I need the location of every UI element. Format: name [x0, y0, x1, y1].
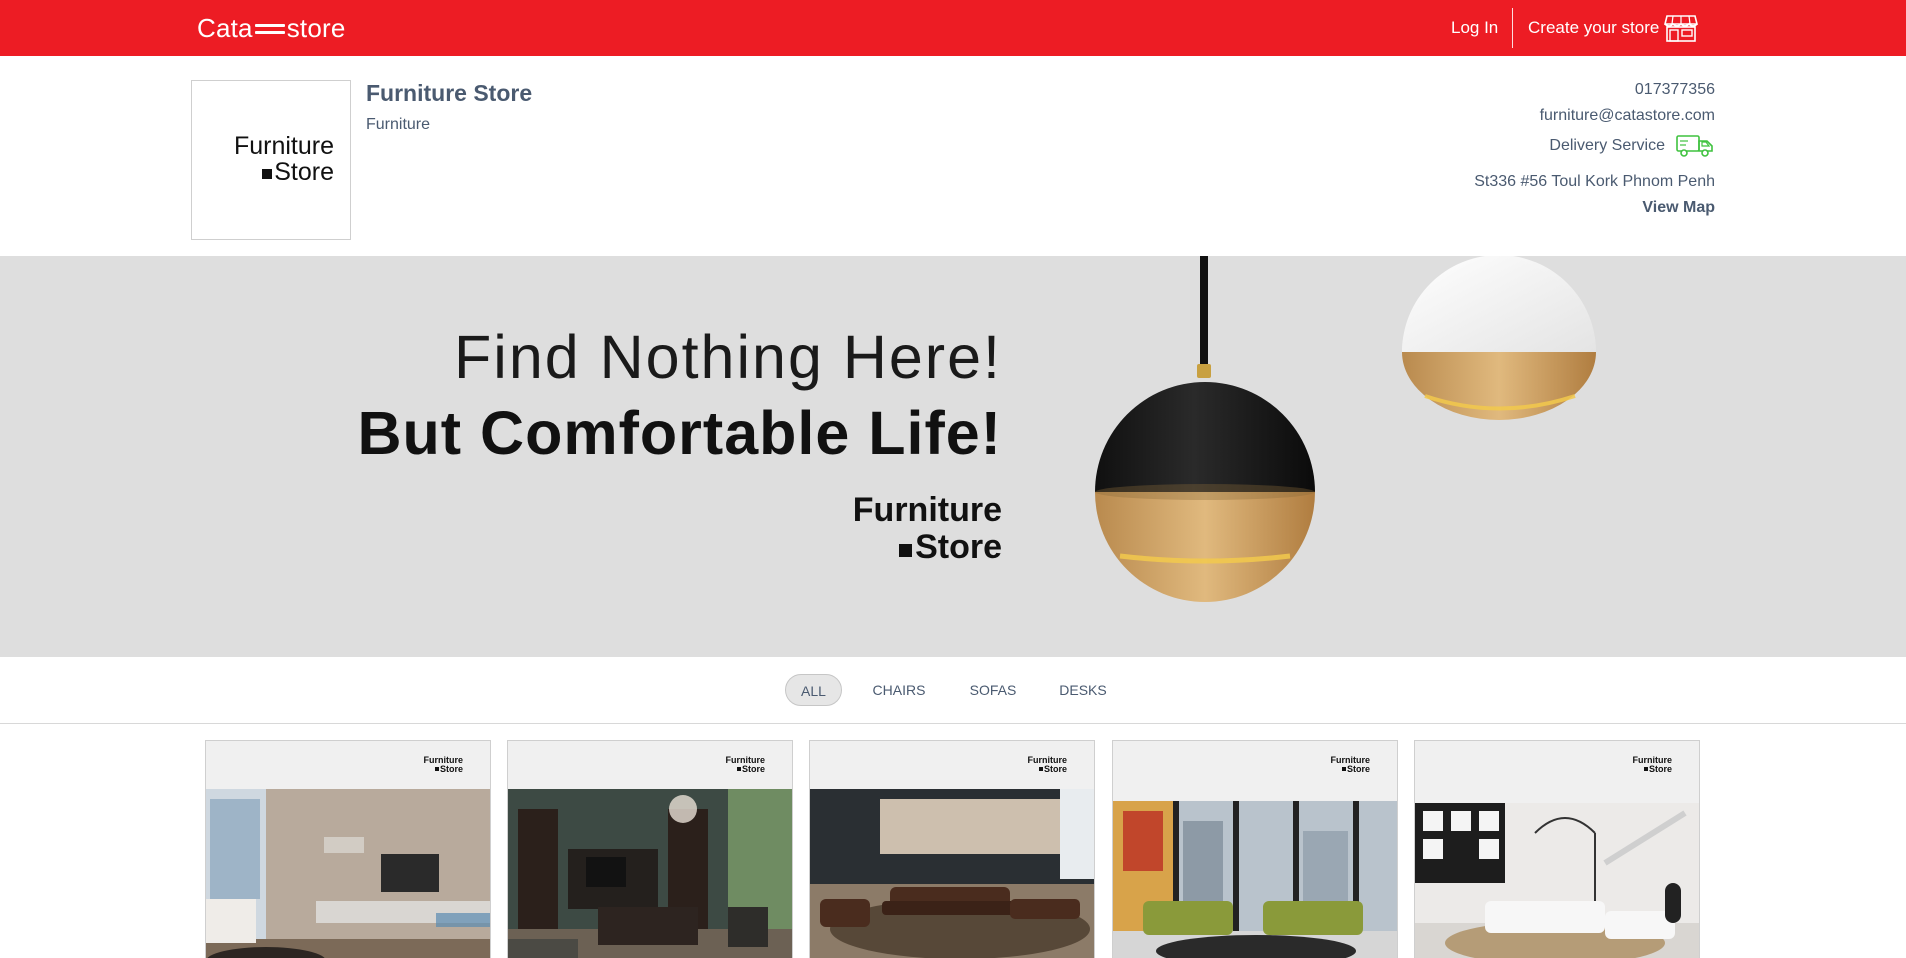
- logo-square-mark: [434, 767, 439, 771]
- product-brand-logo: Furniture Store: [424, 756, 464, 774]
- hero-banner: Find Nothing Here! But Comfortable Life!…: [0, 256, 1906, 657]
- catastore-logo[interactable]: Cata store: [197, 11, 346, 45]
- product-card-header: Furniture Store: [508, 741, 792, 789]
- product-photo: [1415, 803, 1699, 958]
- product-logo-line2: Store: [1346, 764, 1370, 774]
- brand-left-text: Cata: [197, 12, 253, 43]
- product-card[interactable]: Furniture Store: [507, 740, 793, 958]
- store-address: St336 #56 Toul Kork Phnom Penh: [1474, 173, 1715, 190]
- product-photo: [508, 789, 792, 958]
- product-logo-line2-row: Store: [1633, 764, 1672, 774]
- product-photo: [1113, 801, 1397, 958]
- product-card-header: Furniture Store: [810, 741, 1094, 789]
- tab-desks[interactable]: DESKS: [1054, 674, 1112, 706]
- store-logo-line2: Store: [274, 158, 334, 186]
- tab-sofas[interactable]: SOFAS: [963, 674, 1023, 706]
- banner-headline-2: But Comfortable Life!: [357, 399, 1002, 467]
- storefront-icon[interactable]: [1664, 14, 1698, 42]
- product-photo: [810, 789, 1094, 958]
- store-email[interactable]: furniture@catastore.com: [1540, 107, 1715, 125]
- store-category: Furniture: [366, 116, 431, 133]
- product-logo-line2: Store: [1043, 764, 1067, 774]
- store-logo-text: Furniture Store: [234, 133, 334, 185]
- product-logo-line2: Store: [1648, 764, 1672, 774]
- product-brand-logo: Furniture Store: [726, 756, 766, 774]
- banner-brand-line2: Store: [915, 528, 1002, 566]
- logo-square-mark: [1341, 767, 1346, 771]
- create-store-link[interactable]: Create your store: [1528, 18, 1659, 38]
- store-logo-line1: Furniture: [233, 132, 334, 160]
- product-logo-line2-row: Store: [1028, 764, 1067, 774]
- delivery-truck-icon: [1676, 135, 1713, 157]
- brand-right-text: store: [286, 12, 346, 43]
- product-logo-line2-row: Store: [726, 764, 765, 774]
- nav-divider: [1512, 8, 1513, 48]
- product-card-header: Furniture Store: [1415, 741, 1699, 803]
- store-logo-line2-row: Store: [234, 159, 334, 185]
- product-brand-logo: Furniture Store: [1633, 756, 1673, 774]
- tab-chairs[interactable]: CHAIRS: [868, 674, 930, 706]
- product-card[interactable]: Furniture Store: [809, 740, 1095, 958]
- store-name: Furniture Store: [366, 80, 533, 106]
- product-card[interactable]: Furniture Store: [205, 740, 491, 958]
- product-card[interactable]: Furniture Store: [1414, 740, 1700, 958]
- logo-square-mark: [262, 169, 273, 179]
- product-photo: [206, 789, 490, 958]
- product-logo-line2: Store: [741, 764, 765, 774]
- product-card-header: Furniture Store: [1113, 741, 1397, 801]
- top-navbar: Cata store Log In Create your store: [0, 0, 1906, 56]
- logo-square-mark: [736, 767, 741, 771]
- banner-brand-line1: Furniture: [852, 491, 1002, 529]
- product-brand-logo: Furniture Store: [1331, 756, 1371, 774]
- product-brand-logo: Furniture Store: [1028, 756, 1068, 774]
- login-link[interactable]: Log In: [1451, 18, 1498, 38]
- store-phone[interactable]: 017377356: [1635, 81, 1715, 99]
- logo-square-mark: [1643, 767, 1648, 771]
- product-logo-line2-row: Store: [1331, 764, 1370, 774]
- banner-square-mark: [899, 544, 913, 557]
- product-card[interactable]: Furniture Store: [1112, 740, 1398, 958]
- pendant-lamps-image: [1095, 256, 1596, 602]
- product-logo-line2-row: Store: [424, 764, 463, 774]
- brand-equals-mark: [254, 22, 285, 36]
- view-map-link[interactable]: View Map: [1642, 199, 1715, 217]
- logo-square-mark: [1038, 767, 1043, 771]
- delivery-service-label: Delivery Service: [1549, 137, 1665, 154]
- category-tabs: ALL CHAIRS SOFAS DESKS: [0, 657, 1906, 724]
- product-card-header: Furniture Store: [206, 741, 490, 789]
- banner-brand-line2-row: Store: [853, 529, 1002, 566]
- store-logo: Furniture Store: [191, 80, 351, 240]
- banner-headline-1: Find Nothing Here!: [454, 323, 1002, 391]
- product-logo-line2: Store: [439, 764, 463, 774]
- banner-brand-mark: Furniture Store: [853, 492, 1002, 566]
- tab-all[interactable]: ALL: [785, 674, 842, 706]
- delivery-service: Delivery Service: [1549, 134, 1715, 158]
